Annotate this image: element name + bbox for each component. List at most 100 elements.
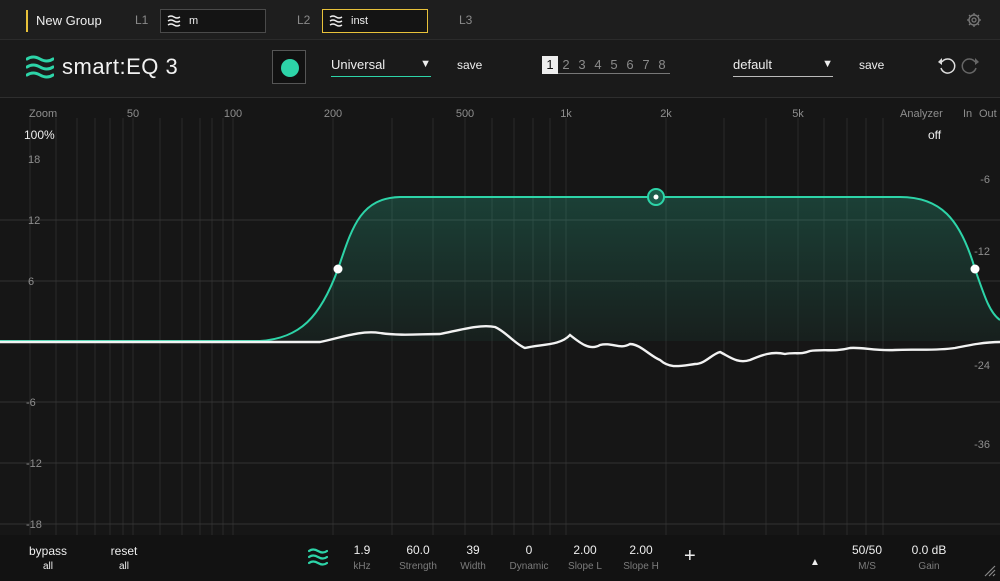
param-strength-label: Strength	[399, 561, 437, 572]
param-gain-label: Gain	[918, 561, 940, 572]
profile-dropdown[interactable]: Universal ▼	[331, 57, 431, 77]
db-tick-left: 12	[28, 215, 41, 227]
snapshot-selector: 1 2 3 4 5 6 7 8	[542, 56, 670, 74]
power-indicator	[281, 59, 299, 77]
bypass-sub: all	[42, 561, 53, 572]
gear-icon[interactable]	[966, 12, 982, 28]
param-gain[interactable]: 0.0 dB Gain	[912, 543, 947, 572]
layer-slot-text: m	[189, 15, 199, 27]
param-dynamic-value: 0	[525, 543, 533, 557]
filter-type-icon[interactable]	[308, 548, 328, 566]
zoom-value[interactable]: 100%	[24, 128, 55, 142]
freq-tick: 500	[455, 108, 475, 120]
param-slope-high-value: 2.00	[629, 543, 653, 557]
reset-sub: all	[118, 561, 129, 572]
db-tick-right: -24	[974, 360, 990, 372]
freq-tick: 100	[223, 108, 243, 120]
preset-save-button[interactable]: save	[859, 58, 884, 72]
db-tick-right: -36	[974, 439, 990, 451]
param-gain-value: 0.0 dB	[911, 543, 947, 557]
db-tick-left: -18	[26, 519, 42, 531]
product-name: smart:EQ 3	[62, 54, 179, 79]
dropdown-arrow-icon: ▼	[420, 58, 431, 70]
dropdown-arrow-icon: ▼	[822, 58, 833, 70]
param-width[interactable]: 39 Width	[460, 543, 486, 572]
param-frequency-value: 1.9	[353, 543, 371, 557]
layer-slot-l2[interactable]: inst	[322, 9, 428, 33]
snapshot-2[interactable]: 2	[558, 56, 574, 74]
reset-label: reset	[110, 544, 138, 558]
snapshot-8[interactable]: 8	[654, 56, 670, 74]
snapshot-3[interactable]: 3	[574, 56, 590, 74]
group-name[interactable]: New Group	[26, 10, 102, 32]
param-slope-high-label: Slope H	[623, 561, 659, 572]
analyzer-label: Analyzer	[900, 108, 943, 120]
param-dynamic[interactable]: 0 Dynamic	[510, 543, 549, 572]
undo-icon[interactable]	[937, 55, 957, 75]
param-strength-value: 60.0	[406, 543, 430, 557]
profile-dropdown-value: Universal	[331, 57, 386, 72]
layer-icon	[329, 15, 343, 27]
slope-low-handle[interactable]	[333, 264, 343, 274]
param-slope-low-value: 2.00	[573, 543, 597, 557]
param-slope-low[interactable]: 2.00 Slope L	[568, 543, 602, 572]
freq-tick: 5k	[792, 108, 804, 120]
add-filter-button[interactable]: +	[684, 545, 696, 568]
snapshot-5[interactable]: 5	[606, 56, 622, 74]
db-tick-left: -6	[26, 397, 36, 409]
param-width-label: Width	[460, 561, 486, 572]
bypass-label: bypass	[28, 544, 68, 558]
param-frequency[interactable]: 1.9 kHz	[353, 543, 370, 572]
param-width-value: 39	[466, 543, 480, 557]
profile-save-button[interactable]: save	[457, 58, 482, 72]
redo-icon[interactable]	[960, 55, 980, 75]
snapshot-6[interactable]: 6	[622, 56, 638, 74]
layer-label-l3[interactable]: L3	[459, 13, 472, 27]
eq-graph[interactable]	[0, 98, 1000, 535]
slope-high-handle[interactable]	[970, 264, 980, 274]
param-frequency-label: kHz	[353, 561, 371, 572]
db-tick-left: 18	[28, 154, 41, 166]
snapshot-1[interactable]: 1	[542, 56, 558, 74]
param-slope-high[interactable]: 2.00 Slope H	[623, 543, 659, 572]
preset-dropdown[interactable]: default ▼	[733, 57, 833, 77]
param-mid-side-label: M/S	[858, 561, 876, 572]
db-tick-left: 6	[28, 276, 35, 288]
band-center-dot	[653, 194, 659, 200]
freq-tick: 1k	[560, 108, 572, 120]
reset-all-button[interactable]: reset all	[104, 544, 144, 572]
analyzer-value[interactable]: off	[928, 128, 941, 142]
eq-display[interactable]: Zoom 100% Analyzer off In Out 50 100 200…	[0, 98, 1000, 535]
in-label[interactable]: In	[963, 108, 972, 120]
expand-arrow-icon[interactable]: ▲	[810, 557, 820, 568]
layer-label-l1: L1	[135, 13, 149, 27]
freq-tick: 200	[323, 108, 343, 120]
group-bar: New Group L1 m L2 inst L3	[0, 0, 1000, 40]
param-dynamic-label: Dynamic	[509, 561, 549, 572]
freq-tick: 50	[126, 108, 140, 120]
layer-slot-text: inst	[351, 15, 369, 27]
smart-eq-logo-icon	[26, 55, 54, 79]
out-label[interactable]: Out	[979, 108, 997, 120]
filter-fill	[0, 197, 1000, 341]
bypass-all-button[interactable]: bypass all	[22, 544, 74, 572]
param-mid-side[interactable]: 50/50 M/S	[852, 543, 882, 572]
db-tick-left: -12	[26, 458, 42, 470]
layer-label-l2: L2	[297, 13, 311, 27]
param-mid-side-value: 50/50	[851, 543, 883, 557]
resize-handle-icon[interactable]	[982, 563, 996, 577]
preset-dropdown-value: default	[733, 57, 773, 72]
param-slope-low-label: Slope L	[568, 561, 602, 572]
snapshot-4[interactable]: 4	[590, 56, 606, 74]
snapshot-7[interactable]: 7	[638, 56, 654, 74]
layer-icon	[167, 15, 181, 27]
freq-tick: 2k	[660, 108, 672, 120]
power-button[interactable]	[272, 50, 306, 84]
db-tick-right: -6	[980, 174, 990, 186]
header: smart:EQ 3 Universal ▼ save 1 2 3 4 5 6 …	[0, 40, 1000, 98]
zoom-label: Zoom	[29, 108, 58, 120]
param-strength[interactable]: 60.0 Strength	[399, 543, 437, 572]
layer-slot-l1[interactable]: m	[160, 9, 266, 33]
db-tick-right: -12	[974, 246, 990, 258]
footer: bypass all reset all 1.9 kHz 60.0 Streng…	[0, 535, 1000, 581]
